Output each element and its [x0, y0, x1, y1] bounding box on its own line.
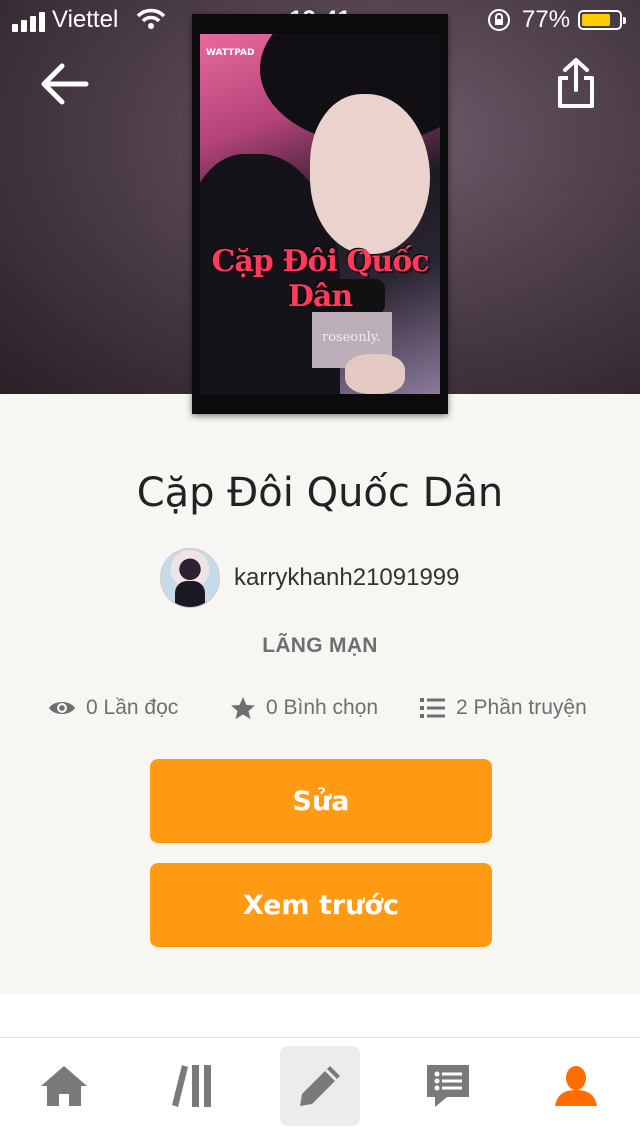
author-row[interactable]: karrykhanh21091999	[160, 548, 460, 608]
library-icon	[172, 1065, 211, 1107]
tab-bar	[0, 1037, 640, 1137]
author-name[interactable]: karrykhanh21091999	[234, 564, 460, 592]
cover-logo: WATTPAD	[206, 48, 255, 58]
reads-stat: 0 Lần đọc	[48, 696, 178, 720]
reads-count: 0 Lần đọc	[86, 696, 179, 719]
profile-icon	[555, 1066, 597, 1106]
votes-count: 0 Bình chọn	[266, 696, 379, 719]
story-title: Cặp Đôi Quốc Dân	[136, 470, 504, 516]
share-icon[interactable]	[550, 56, 602, 112]
tab-home[interactable]	[24, 1046, 104, 1126]
home-icon	[41, 1066, 87, 1106]
battery-icon	[578, 10, 626, 30]
genre-label[interactable]: LÃNG MẠN	[0, 634, 640, 658]
parts-stat: 2 Phần truyện	[420, 696, 587, 720]
content-divider	[0, 994, 640, 1038]
avatar[interactable]	[160, 548, 220, 608]
rotation-lock-icon	[488, 9, 510, 31]
cover-title: Cặp Đôi Quốc Dân	[211, 244, 429, 314]
votes-stat: 0 Bình chọn	[230, 696, 378, 720]
tab-write[interactable]	[280, 1046, 360, 1126]
tab-profile[interactable]	[536, 1046, 616, 1126]
tab-library[interactable]	[152, 1046, 232, 1126]
back-arrow-icon[interactable]	[36, 58, 92, 110]
star-icon	[231, 697, 255, 719]
eye-icon	[49, 702, 75, 714]
messages-icon	[427, 1065, 469, 1107]
parts-count: 2 Phần truyện	[456, 696, 587, 719]
story-stats: 0 Lần đọc 0 Bình chọn 2 Phần truyện	[0, 696, 640, 728]
battery-percent: 77%	[522, 6, 571, 33]
preview-button[interactable]: Xem trước	[150, 863, 492, 947]
write-icon	[300, 1066, 340, 1106]
cover-image: roseonly. WATTPAD Cặp Đôi Quốc Dân	[200, 34, 440, 394]
list-icon	[420, 698, 445, 718]
book-cover[interactable]: roseonly. WATTPAD Cặp Đôi Quốc Dân	[192, 14, 448, 414]
mic-label: roseonly.	[322, 330, 381, 345]
edit-button[interactable]: Sửa	[150, 759, 492, 843]
tab-messages[interactable]	[408, 1046, 488, 1126]
